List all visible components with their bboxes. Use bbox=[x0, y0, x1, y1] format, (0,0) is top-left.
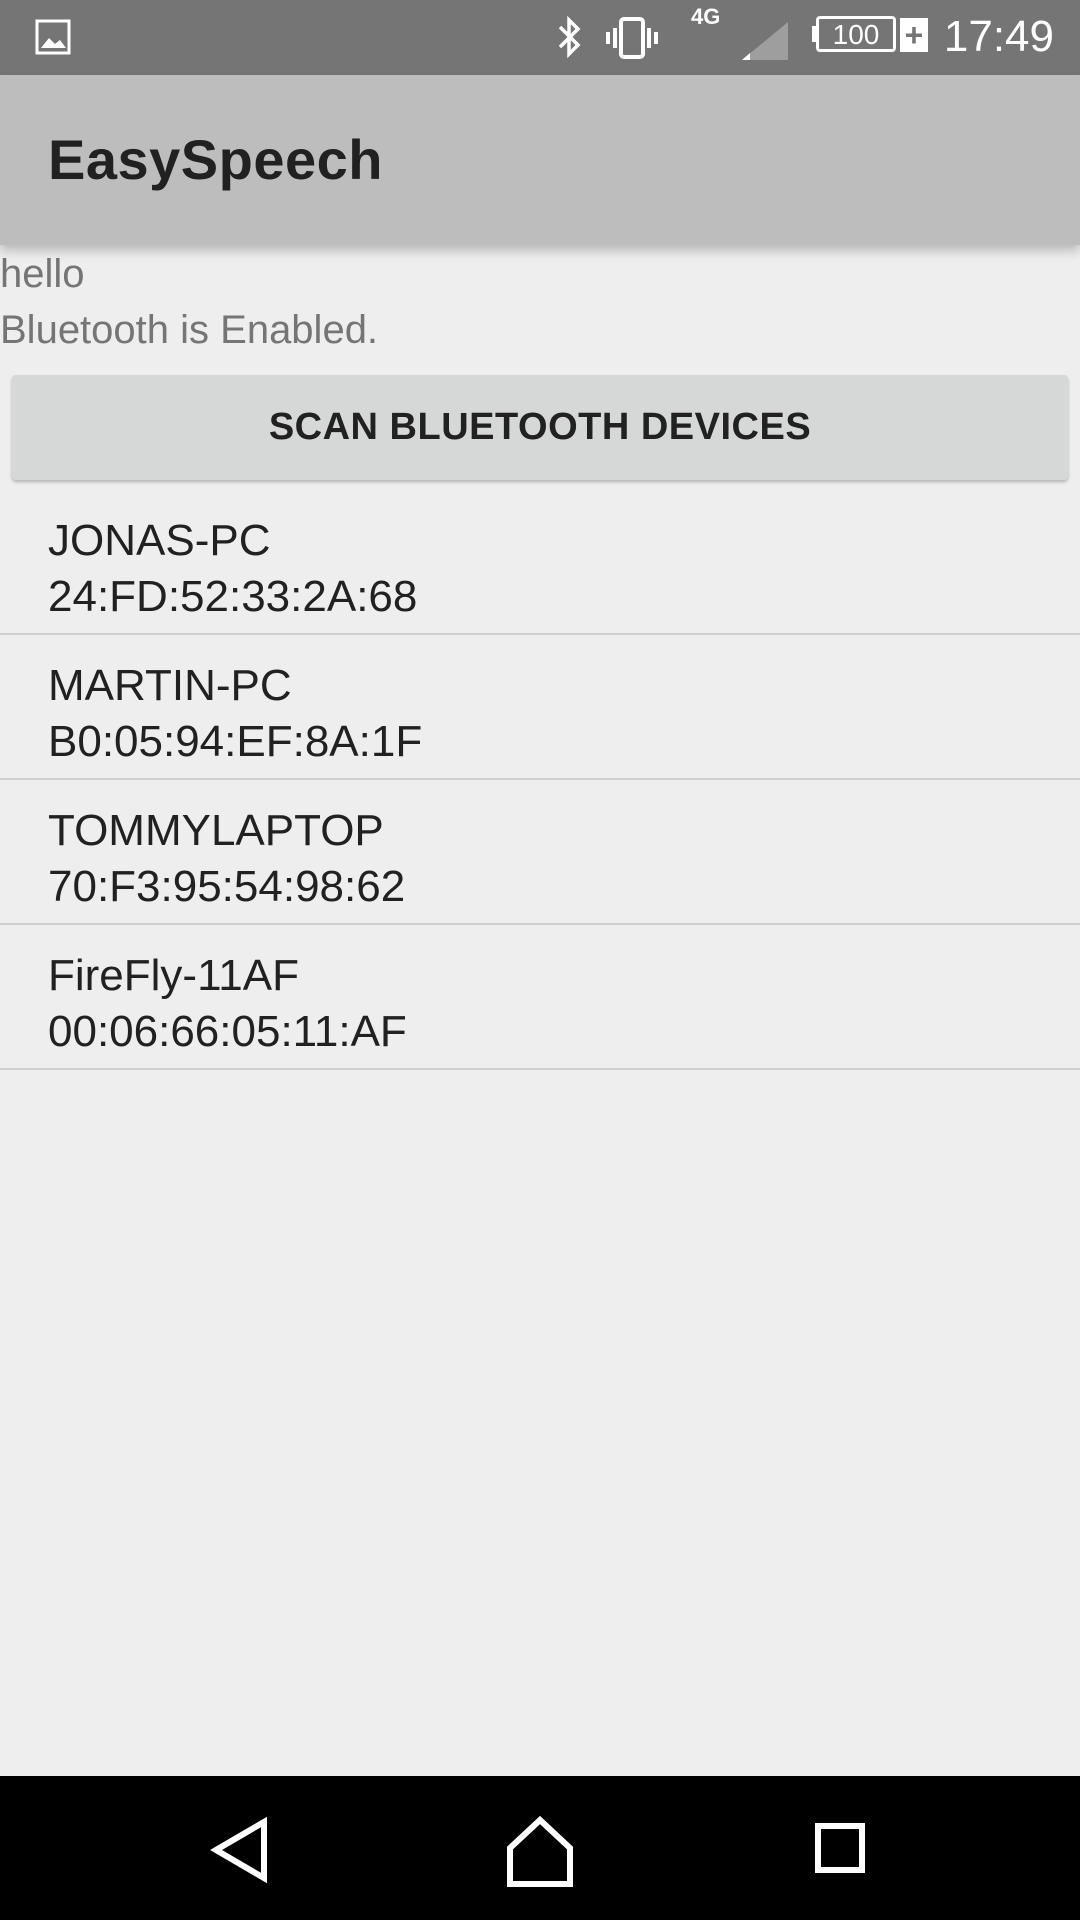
signal-icon bbox=[742, 22, 788, 60]
recents-icon[interactable] bbox=[800, 1812, 880, 1888]
app-bar: EasySpeech bbox=[0, 75, 1080, 245]
battery-level: 100 bbox=[816, 16, 896, 52]
device-address: B0:05:94:EF:8A:1F bbox=[48, 717, 423, 766]
gallery-icon bbox=[35, 19, 71, 55]
device-name: JONAS-PC bbox=[48, 516, 271, 565]
home-icon[interactable] bbox=[500, 1812, 580, 1888]
device-list-item[interactable]: MARTIN-PC B0:05:94:EF:8A:1F bbox=[0, 635, 1080, 780]
device-name: FireFly-11AF bbox=[48, 951, 299, 1000]
device-name: MARTIN-PC bbox=[48, 661, 292, 710]
device-name: TOMMYLAPTOP bbox=[48, 806, 384, 855]
scan-bluetooth-devices-button[interactable]: SCAN BLUETOOTH DEVICES bbox=[12, 375, 1068, 480]
app-title: EasySpeech bbox=[48, 128, 383, 191]
hello-text: hello bbox=[0, 252, 85, 296]
network-type-label: 4G bbox=[691, 4, 721, 29]
status-bar: 4G 100 + 17:49 bbox=[0, 0, 1080, 75]
device-list-item[interactable]: FireFly-11AF 00:06:66:05:11:AF bbox=[0, 925, 1080, 1070]
device-list-item[interactable]: JONAS-PC 24:FD:52:33:2A:68 bbox=[0, 490, 1080, 635]
device-address: 24:FD:52:33:2A:68 bbox=[48, 572, 418, 621]
navigation-bar bbox=[0, 1776, 1080, 1920]
status-clock: 17:49 bbox=[943, 12, 1054, 61]
device-list-item[interactable]: TOMMYLAPTOP 70:F3:95:54:98:62 bbox=[0, 780, 1080, 925]
device-list: JONAS-PC 24:FD:52:33:2A:68 MARTIN-PC B0:… bbox=[0, 490, 1080, 1070]
battery-icon: 100 + bbox=[812, 16, 928, 56]
device-address: 70:F3:95:54:98:62 bbox=[48, 862, 406, 911]
bluetooth-icon bbox=[558, 15, 581, 59]
device-address: 00:06:66:05:11:AF bbox=[48, 1007, 407, 1056]
charging-plus-icon: + bbox=[900, 18, 928, 52]
bluetooth-status-text: Bluetooth is Enabled. bbox=[0, 308, 379, 352]
back-icon[interactable] bbox=[202, 1812, 282, 1888]
vibrate-icon bbox=[606, 17, 658, 59]
